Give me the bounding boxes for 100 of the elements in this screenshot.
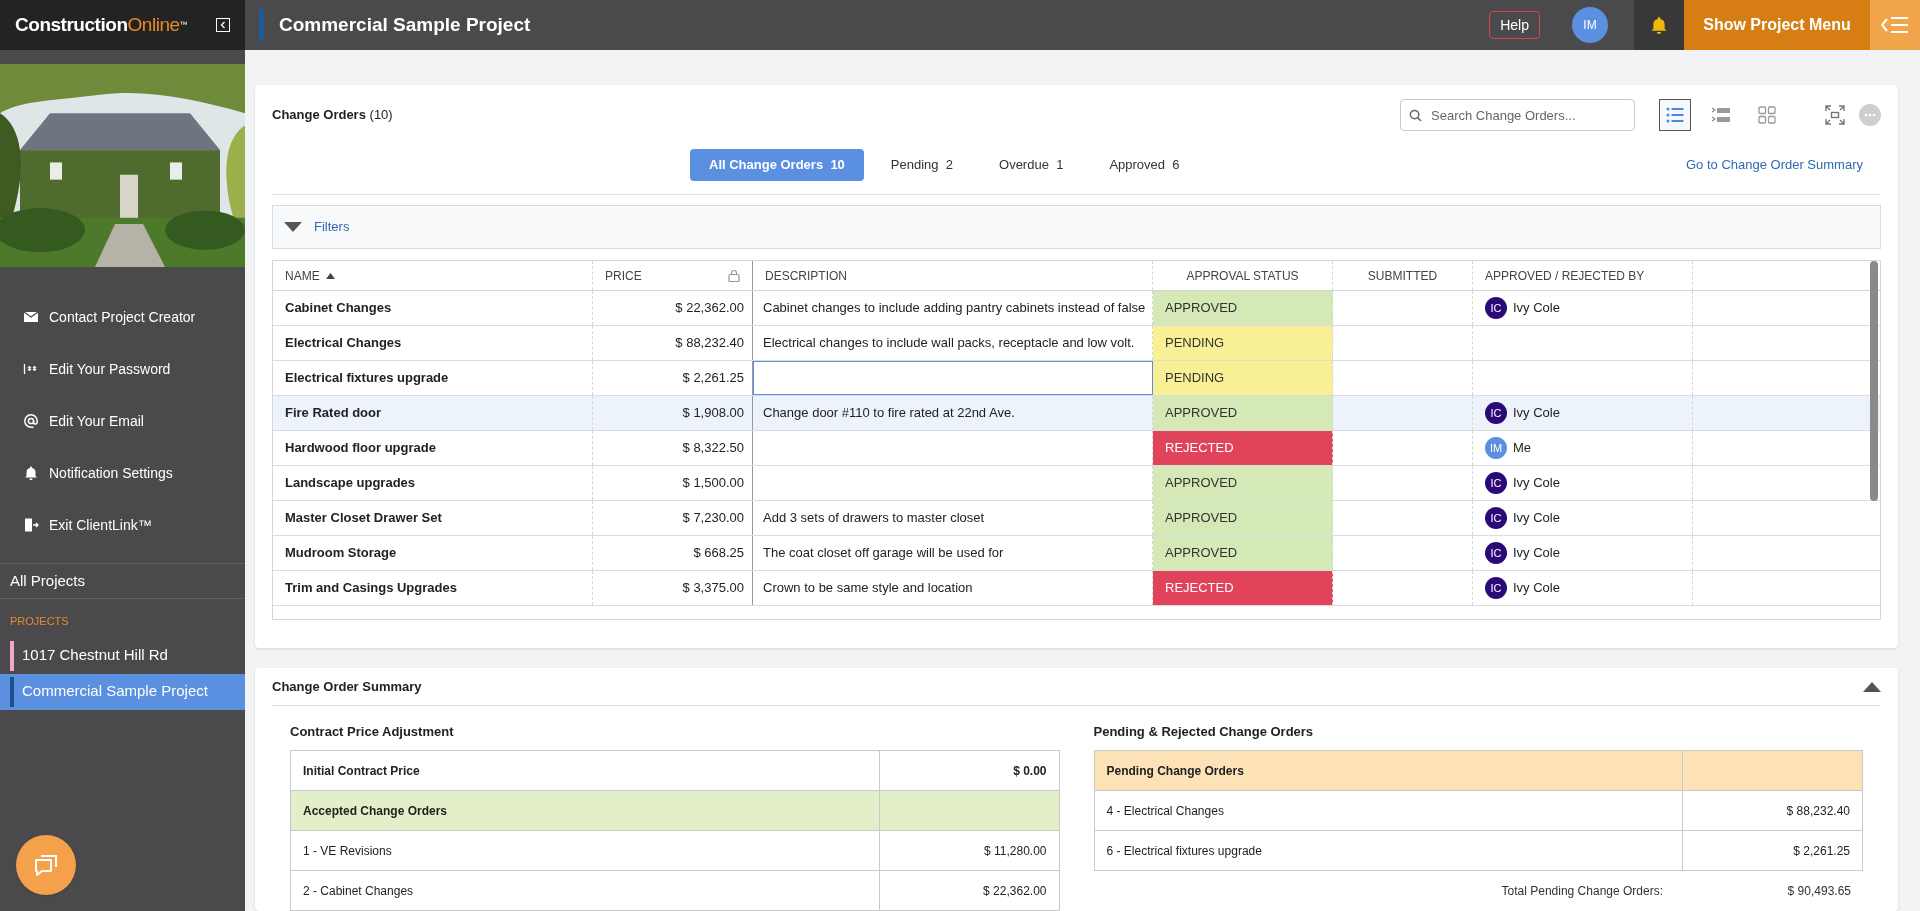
price-cell: $ 8,322.50 — [593, 431, 753, 465]
column-header[interactable]: SUBMITTED — [1333, 261, 1473, 290]
project-menu-toggle[interactable] — [1870, 0, 1920, 50]
filter-tab[interactable]: Pending 2 — [871, 148, 973, 181]
bell-icon — [23, 465, 39, 481]
filter-tab[interactable]: Overdue 1 — [980, 148, 1083, 181]
chevron-left-icon — [219, 21, 227, 29]
status-cell: REJECTED — [1153, 431, 1333, 465]
ellipsis-icon — [1864, 113, 1876, 117]
status-cell: PENDING — [1153, 326, 1333, 360]
approver-name: Ivy Cole — [1513, 404, 1560, 423]
summary-cell-text: Pending Change Orders — [1105, 762, 1245, 780]
table-row[interactable]: Landscape upgrades $ 1,500.00 APPROVED IC Ivy Cole — [273, 466, 1880, 501]
lock-icon — [728, 269, 740, 282]
help-button[interactable]: Help — [1489, 11, 1540, 39]
at-sign-icon — [23, 413, 39, 429]
name-cell: Master Closet Drawer Set — [273, 501, 593, 535]
column-header[interactable]: DESCRIPTION — [753, 261, 1153, 290]
card-title: Change Orders (10) — [272, 106, 393, 125]
summary-total-amount: $ 90,493.65 — [1786, 883, 1852, 900]
search-icon — [1409, 109, 1422, 122]
envelope-icon — [23, 309, 39, 325]
table-row[interactable]: Electrical Changes $ 88,232.40 Electrical changes to include wall packs, receptacle and low volt. PENDING — [273, 326, 1880, 361]
project-title: Commercial Sample Project — [279, 12, 531, 37]
fullscreen-button[interactable] — [1823, 103, 1847, 127]
price-cell: $ 668.25 — [593, 536, 753, 570]
grid-view-icon — [1757, 105, 1777, 125]
name-cell: Electrical fixtures upgrade — [273, 361, 593, 395]
description-cell[interactable] — [753, 361, 1153, 395]
status-cell: APPROVED — [1153, 536, 1333, 570]
sort-ascending-icon — [325, 272, 335, 279]
name-cell: Cabinet Changes — [273, 291, 593, 325]
summary-section-title: Contract Price Adjustment — [290, 723, 455, 742]
approver-name: Ivy Cole — [1513, 579, 1560, 598]
price-cell: $ 1,500.00 — [593, 466, 753, 500]
chat-button[interactable] — [16, 835, 76, 895]
price-cell: $ 88,232.40 — [593, 326, 753, 360]
sidebar-link[interactable]: Edit Your Password — [0, 343, 245, 395]
name-cell: Hardwood floor upgrade — [273, 431, 593, 465]
search-field[interactable]: Search Change Orders... — [1400, 99, 1635, 131]
summary-cell-text: 1 - VE Revisions — [302, 842, 393, 860]
name-cell: Landscape upgrades — [273, 466, 593, 500]
name-cell: Electrical Changes — [273, 326, 593, 360]
sidebar-link[interactable]: Contact Project Creator — [0, 291, 245, 343]
approver-avatar: IC — [1485, 507, 1507, 529]
approver-avatar: IC — [1485, 402, 1507, 424]
summary-cell: $ 2,261.25 — [1682, 831, 1862, 870]
column-header[interactable]: PRICE — [593, 261, 753, 290]
column-header[interactable]: APPROVED / REJECTED BY — [1473, 261, 1693, 290]
approver-name: Ivy Cole — [1513, 299, 1560, 318]
approver-avatar: IC — [1485, 297, 1507, 319]
status-cell: REJECTED — [1153, 571, 1333, 605]
collapse-sidebar-button[interactable] — [216, 18, 230, 32]
summary-cell-text: Accepted Change Orders — [302, 802, 449, 820]
filters-bar[interactable]: Filters — [272, 205, 1881, 249]
approver-name: Ivy Cole — [1513, 544, 1560, 563]
password-icon — [23, 361, 39, 377]
detail-view-icon — [1711, 105, 1731, 125]
expand-icon — [1825, 105, 1845, 125]
name-cell: Fire Rated door — [273, 396, 593, 430]
brand-logo: ConstructionOnline$^{™}$ — [15, 12, 188, 37]
summary-cell-text: 4 - Electrical Changes — [1105, 802, 1225, 820]
price-cell: $ 22,362.00 — [593, 291, 753, 325]
approver-avatar: IC — [1485, 542, 1507, 564]
projects-heading: PROJECTS — [9, 614, 70, 629]
all-projects-link[interactable]: All Projects — [0, 563, 245, 599]
approver-name: Ivy Cole — [1513, 509, 1560, 528]
sidebar-link[interactable]: Notification Settings — [0, 447, 245, 499]
table-row[interactable]: Trim and Casings Upgrades $ 3,375.00 Crown to be same style and location REJECTED IC Ivy Cole — [273, 571, 1880, 606]
summary-cell-text: 6 - Electrical fixtures upgrade — [1105, 842, 1263, 860]
view-mode-button[interactable] — [1659, 99, 1691, 131]
caret-down-icon — [284, 222, 302, 232]
approver-name: Me — [1513, 439, 1532, 458]
table-row[interactable]: Electrical fixtures upgrade $ 2,261.25 PENDING — [273, 361, 1880, 396]
summary-title: Change Order Summary — [272, 677, 423, 696]
status-cell: APPROVED — [1153, 466, 1333, 500]
price-cell: $ 1,908.00 — [593, 396, 753, 430]
table-row[interactable]: Fire Rated door $ 1,908.00 Change door #110 to fire rated at 22nd Ave. APPROVED IC Ivy Cole — [273, 396, 1880, 431]
table-row[interactable]: Cabinet Changes $ 22,362.00 Cabinet changes to include adding pantry cabinets instead of false APPROVED IC Ivy Cole — [273, 291, 1880, 326]
status-cell: APPROVED — [1153, 396, 1333, 430]
sidebar-link[interactable]: Exit ClientLink™ — [0, 499, 245, 551]
filter-tab[interactable]: Approved 6 — [1090, 148, 1199, 181]
approver-avatar: IC — [1485, 472, 1507, 494]
approver-name: Ivy Cole — [1513, 474, 1560, 493]
summary-cell: $ 22,362.00 — [878, 871, 1059, 910]
summary-link[interactable]: Go to Change Order Summary — [1685, 154, 1863, 175]
table-row[interactable]: Hardwood floor upgrade $ 8,322.50 REJECTED IM Me — [273, 431, 1880, 466]
sidebar-link[interactable]: Edit Your Email — [0, 395, 245, 447]
notifications-button[interactable] — [1634, 0, 1684, 50]
summary-total-label: Total Pending Change Orders: — [1500, 883, 1664, 900]
table-row[interactable]: Master Closet Drawer Set $ 7,230.00 Add 3 sets of drawers to master closet APPROVED IC Ivy Cole — [273, 501, 1880, 536]
bell-icon — [1649, 15, 1669, 35]
collapse-caret-icon — [1863, 681, 1881, 692]
name-cell: Mudroom Storage — [273, 536, 593, 570]
name-cell: Trim and Casings Upgrades — [273, 571, 593, 605]
column-header[interactable]: NAME — [273, 261, 593, 290]
project-item[interactable]: 1017 Chestnut Hill Rd — [0, 637, 245, 674]
table-row[interactable]: Mudroom Storage $ 668.25 The coat closet off garage will be used for APPROVED IC Ivy Cole — [273, 536, 1880, 571]
status-cell: APPROVED — [1153, 291, 1333, 325]
column-header[interactable]: APPROVAL STATUS — [1153, 261, 1333, 290]
